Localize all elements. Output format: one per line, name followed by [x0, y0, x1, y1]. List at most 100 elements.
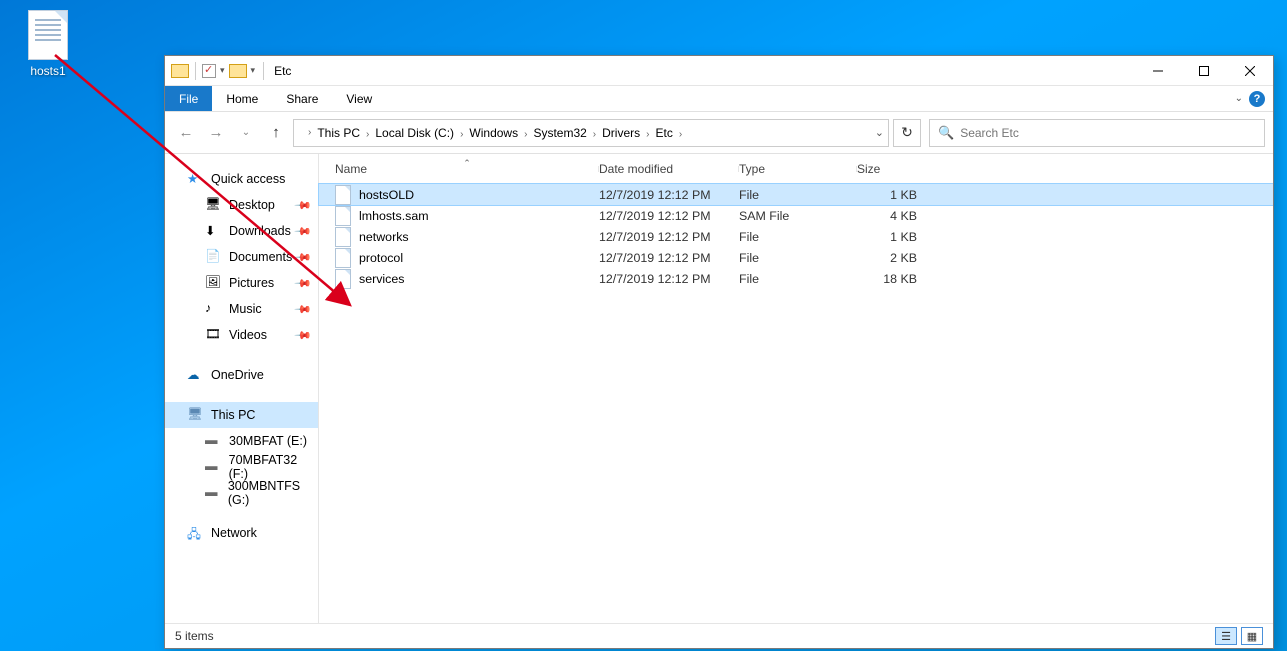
nav-music[interactable]: ♪Music📌 — [165, 296, 318, 322]
nav-videos[interactable]: 🎞Videos📌 — [165, 322, 318, 348]
nav-desktop[interactable]: 🖥Desktop📌 — [165, 192, 318, 218]
chevron-right-icon[interactable]: › — [456, 129, 467, 140]
nav-onedrive[interactable]: ☁ OneDrive — [165, 362, 318, 388]
nav-this-pc[interactable]: 🖥 This PC — [165, 402, 318, 428]
nav-documents[interactable]: 📄Documents📌 — [165, 244, 318, 270]
chevron-right-icon[interactable]: › — [642, 129, 653, 140]
breadcrumb-drivers[interactable]: Drivers — [600, 126, 642, 140]
tab-share[interactable]: Share — [272, 86, 332, 111]
pin-icon: 📌 — [294, 300, 313, 319]
drive-icon: ▬ — [205, 459, 221, 475]
qat-dropdown2-icon[interactable]: ▾ — [249, 65, 258, 76]
drive-icon: ▬ — [205, 433, 221, 449]
tab-view[interactable]: View — [332, 86, 386, 111]
file-icon — [335, 185, 351, 205]
file-icon — [335, 227, 351, 247]
column-headers: Name ⌃ Date modified Type Size — [319, 154, 1273, 184]
pin-icon: 📌 — [294, 248, 313, 267]
chevron-right-icon[interactable]: › — [589, 129, 600, 140]
nav-drive[interactable]: ▬300MBNTFS (G:) — [165, 480, 318, 506]
downloads-icon: ⬇ — [205, 223, 221, 239]
address-bar[interactable]: › This PC›Local Disk (C:)›Windows›System… — [293, 119, 889, 147]
file-icon — [28, 10, 68, 60]
file-modified: 12/7/2019 12:12 PM — [599, 188, 739, 202]
tab-file[interactable]: File — [165, 86, 212, 111]
file-name: hostsOLD — [359, 188, 414, 202]
forward-button[interactable]: → — [203, 120, 229, 146]
separator — [263, 62, 264, 80]
breadcrumb-system32[interactable]: System32 — [531, 126, 588, 140]
properties-icon[interactable] — [202, 64, 216, 78]
file-type: File — [739, 251, 857, 265]
file-row[interactable]: hostsOLD12/7/2019 12:12 PMFile1 KB — [319, 184, 1273, 205]
navigation-bar: ← → ⌄ ↑ › This PC›Local Disk (C:)›Window… — [165, 112, 1273, 154]
large-icons-view-button[interactable]: ▦ — [1241, 627, 1263, 645]
tab-home[interactable]: Home — [212, 86, 272, 111]
file-size: 18 KB — [857, 272, 921, 286]
nav-drive[interactable]: ▬30MBFAT (E:) — [165, 428, 318, 454]
file-type: File — [739, 272, 857, 286]
new-folder-icon[interactable] — [229, 64, 247, 78]
minimize-button[interactable] — [1135, 56, 1181, 85]
maximize-button[interactable] — [1181, 56, 1227, 85]
title-bar: ▾ ▾ Etc — [165, 56, 1273, 86]
file-name: lmhosts.sam — [359, 209, 429, 223]
file-row[interactable]: networks12/7/2019 12:12 PMFile1 KB — [319, 226, 1273, 247]
nav-network[interactable]: 🖧 Network — [165, 520, 318, 546]
chevron-right-icon[interactable]: › — [362, 129, 373, 140]
file-row[interactable]: lmhosts.sam 12/7/2019 12:12 PMSAM File4 K… — [319, 205, 1273, 226]
breadcrumb-this-pc[interactable]: This PC — [315, 126, 362, 140]
file-row[interactable]: protocol12/7/2019 12:12 PMFile2 KB — [319, 247, 1273, 268]
file-name: protocol — [359, 251, 403, 265]
sort-asc-icon: ⌃ — [463, 158, 471, 169]
file-size: 4 KB — [857, 209, 921, 223]
status-text: 5 items — [175, 629, 214, 643]
help-icon[interactable]: ? — [1249, 91, 1265, 107]
chevron-right-icon[interactable]: › — [304, 127, 315, 138]
file-modified: 12/7/2019 12:12 PM — [599, 209, 739, 223]
monitor-icon: 🖥 — [187, 407, 203, 423]
file-size: 1 KB — [857, 188, 921, 202]
file-icon — [335, 206, 351, 226]
refresh-button[interactable]: ↻ — [893, 119, 921, 147]
chevron-right-icon[interactable]: › — [675, 129, 686, 140]
col-modified[interactable]: Date modified — [599, 162, 739, 176]
col-type[interactable]: Type — [739, 162, 857, 176]
breadcrumb-local-disk-c-[interactable]: Local Disk (C:) — [373, 126, 456, 140]
search-box[interactable]: 🔍 — [929, 119, 1265, 147]
breadcrumb-etc[interactable]: Etc — [653, 126, 674, 140]
cloud-icon: ☁ — [187, 367, 203, 383]
file-modified: 12/7/2019 12:12 PM — [599, 230, 739, 244]
col-size[interactable]: Size — [857, 162, 921, 176]
status-bar: 5 items ☰ ▦ — [165, 623, 1273, 648]
back-button[interactable]: ← — [173, 120, 199, 146]
file-icon — [335, 248, 351, 268]
col-name[interactable]: Name ⌃ — [335, 162, 599, 176]
qat-dropdown-icon[interactable]: ▾ — [218, 65, 227, 76]
file-modified: 12/7/2019 12:12 PM — [599, 251, 739, 265]
file-label: hosts1 — [18, 64, 78, 78]
pin-icon: 📌 — [294, 274, 313, 293]
separator — [195, 62, 196, 80]
nav-drive[interactable]: ▬70MBFAT32 (F:) — [165, 454, 318, 480]
file-row[interactable]: services12/7/2019 12:12 PMFile18 KB — [319, 268, 1273, 289]
desktop-file-hosts1[interactable]: hosts1 — [18, 10, 78, 78]
nav-pictures[interactable]: 🖼Pictures📌 — [165, 270, 318, 296]
file-name: networks — [359, 230, 409, 244]
drive-icon: ▬ — [205, 485, 220, 501]
breadcrumb-windows[interactable]: Windows — [467, 126, 520, 140]
file-modified: 12/7/2019 12:12 PM — [599, 272, 739, 286]
close-button[interactable] — [1227, 56, 1273, 85]
recent-dropdown-icon[interactable]: ⌄ — [233, 120, 259, 146]
chevron-right-icon[interactable]: › — [520, 129, 531, 140]
quick-access-toolbar: ▾ ▾ — [165, 62, 268, 80]
file-type: SAM File — [739, 209, 857, 223]
address-dropdown-icon[interactable]: ⌄ — [875, 126, 884, 139]
star-icon: ★ — [187, 171, 203, 187]
nav-downloads[interactable]: ⬇Downloads📌 — [165, 218, 318, 244]
up-button[interactable]: ↑ — [263, 120, 289, 146]
search-input[interactable] — [960, 126, 1256, 140]
nav-quick-access[interactable]: ★ Quick access — [165, 166, 318, 192]
ribbon-expand-icon[interactable]: ⌄ — [1235, 93, 1243, 104]
details-view-button[interactable]: ☰ — [1215, 627, 1237, 645]
